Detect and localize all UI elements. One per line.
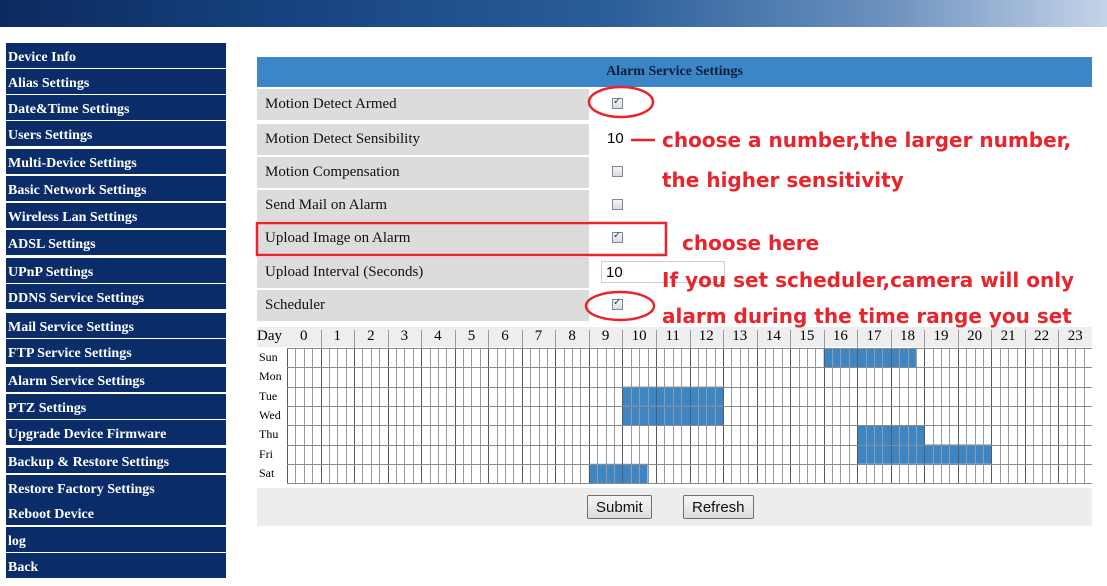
- submit-button[interactable]: Submit: [587, 495, 652, 519]
- checkbox[interactable]: [612, 199, 623, 210]
- day-label: Sun: [259, 350, 278, 364]
- selected-range-sun: [823, 348, 916, 368]
- sidebar-item-mail-service-settings[interactable]: Mail Service Settings: [6, 313, 226, 338]
- schedule-cells[interactable]: [287, 348, 1092, 484]
- sidebar-item-upgrade-device-firmware[interactable]: Upgrade Device Firmware: [6, 420, 226, 445]
- sidebar-item-multi-device-settings[interactable]: Multi-Device Settings: [6, 149, 226, 174]
- button-bar: Submit Refresh: [257, 488, 1092, 526]
- row-value: [591, 190, 1092, 221]
- sidebar-item-basic-network-settings[interactable]: Basic Network Settings: [6, 176, 226, 201]
- row-value: [591, 223, 1092, 254]
- annotation-upload: choose here: [682, 231, 820, 255]
- refresh-button[interactable]: Refresh: [683, 495, 754, 519]
- sidebar-item-users-settings[interactable]: Users Settings: [6, 121, 226, 146]
- selected-range-wed: [622, 405, 724, 426]
- row-value: [591, 89, 1092, 120]
- sidebar-item-wireless-lan-settings[interactable]: Wireless Lan Settings: [6, 203, 226, 228]
- sensibility-select[interactable]: 10: [603, 128, 627, 150]
- panel-title: Alarm Service Settings: [257, 57, 1092, 87]
- day-label: Thu: [259, 427, 279, 442]
- sidebar-item-log[interactable]: log: [6, 527, 226, 552]
- day-label: Sat: [259, 465, 275, 480]
- sidebar-item-upnp-settings[interactable]: UPnP Settings: [6, 258, 226, 283]
- row-label: Upload Interval (Seconds): [257, 257, 589, 288]
- selected-range-thu: [857, 425, 925, 445]
- day-label: Wed: [259, 407, 281, 422]
- sidebar-item-ftp-service-settings[interactable]: FTP Service Settings: [6, 339, 226, 364]
- selected-range-tue: [622, 386, 724, 406]
- row-label: Scheduler: [257, 290, 589, 321]
- annotation-sensibility-2: the higher sensitivity: [662, 168, 904, 192]
- sidebar-item-ddns-service-settings[interactable]: DDNS Service Settings: [6, 284, 226, 309]
- row-label: Upload Image on Alarm: [257, 223, 589, 254]
- row-label: Motion Compensation: [257, 157, 589, 188]
- sidebar-item-alarm-service-settings[interactable]: Alarm Service Settings: [6, 367, 226, 392]
- row-label: Motion Detect Armed: [257, 89, 589, 120]
- annotation-scheduler-2: alarm during the time range you set: [662, 304, 1072, 328]
- sidebar-item-alias-settings[interactable]: Alias Settings: [6, 69, 226, 94]
- sidebar-item-backup-restore-settings[interactable]: Backup & Restore Settings: [6, 448, 226, 473]
- checkbox[interactable]: [612, 297, 623, 310]
- sidebar-item-adsl-settings[interactable]: ADSL Settings: [6, 230, 226, 255]
- sidebar-item-restore-factory-settings[interactable]: Restore Factory Settings: [6, 475, 226, 500]
- sidebar-nav: Device Info Alias Settings Date&Time Setti…: [6, 38, 226, 582]
- annotation-sensibility: choose a number,the larger number,: [662, 128, 1072, 152]
- day-label: Fri: [259, 446, 274, 461]
- sidebar-item-date-time-settings[interactable]: Date&Time Settings: [6, 95, 226, 120]
- top-banner: [0, 0, 1107, 27]
- sidebar-item-ptz-settings[interactable]: PTZ Settings: [6, 394, 226, 419]
- day-header: Day: [257, 328, 282, 344]
- checkbox[interactable]: [612, 166, 623, 177]
- sidebar-item-back[interactable]: Back: [6, 553, 226, 578]
- annotation-scheduler-1: If you set scheduler,camera will only: [662, 268, 1075, 292]
- sidebar-item-device-info[interactable]: Device Info: [6, 43, 226, 68]
- checkbox[interactable]: [612, 230, 623, 243]
- row-label: Send Mail on Alarm: [257, 190, 589, 221]
- sidebar-item-reboot-device[interactable]: Reboot Device: [6, 500, 226, 525]
- checkbox[interactable]: [612, 96, 623, 109]
- row-label: Motion Detect Sensibility: [257, 124, 589, 155]
- day-label: Tue: [259, 388, 278, 403]
- day-label: Mon: [259, 369, 282, 384]
